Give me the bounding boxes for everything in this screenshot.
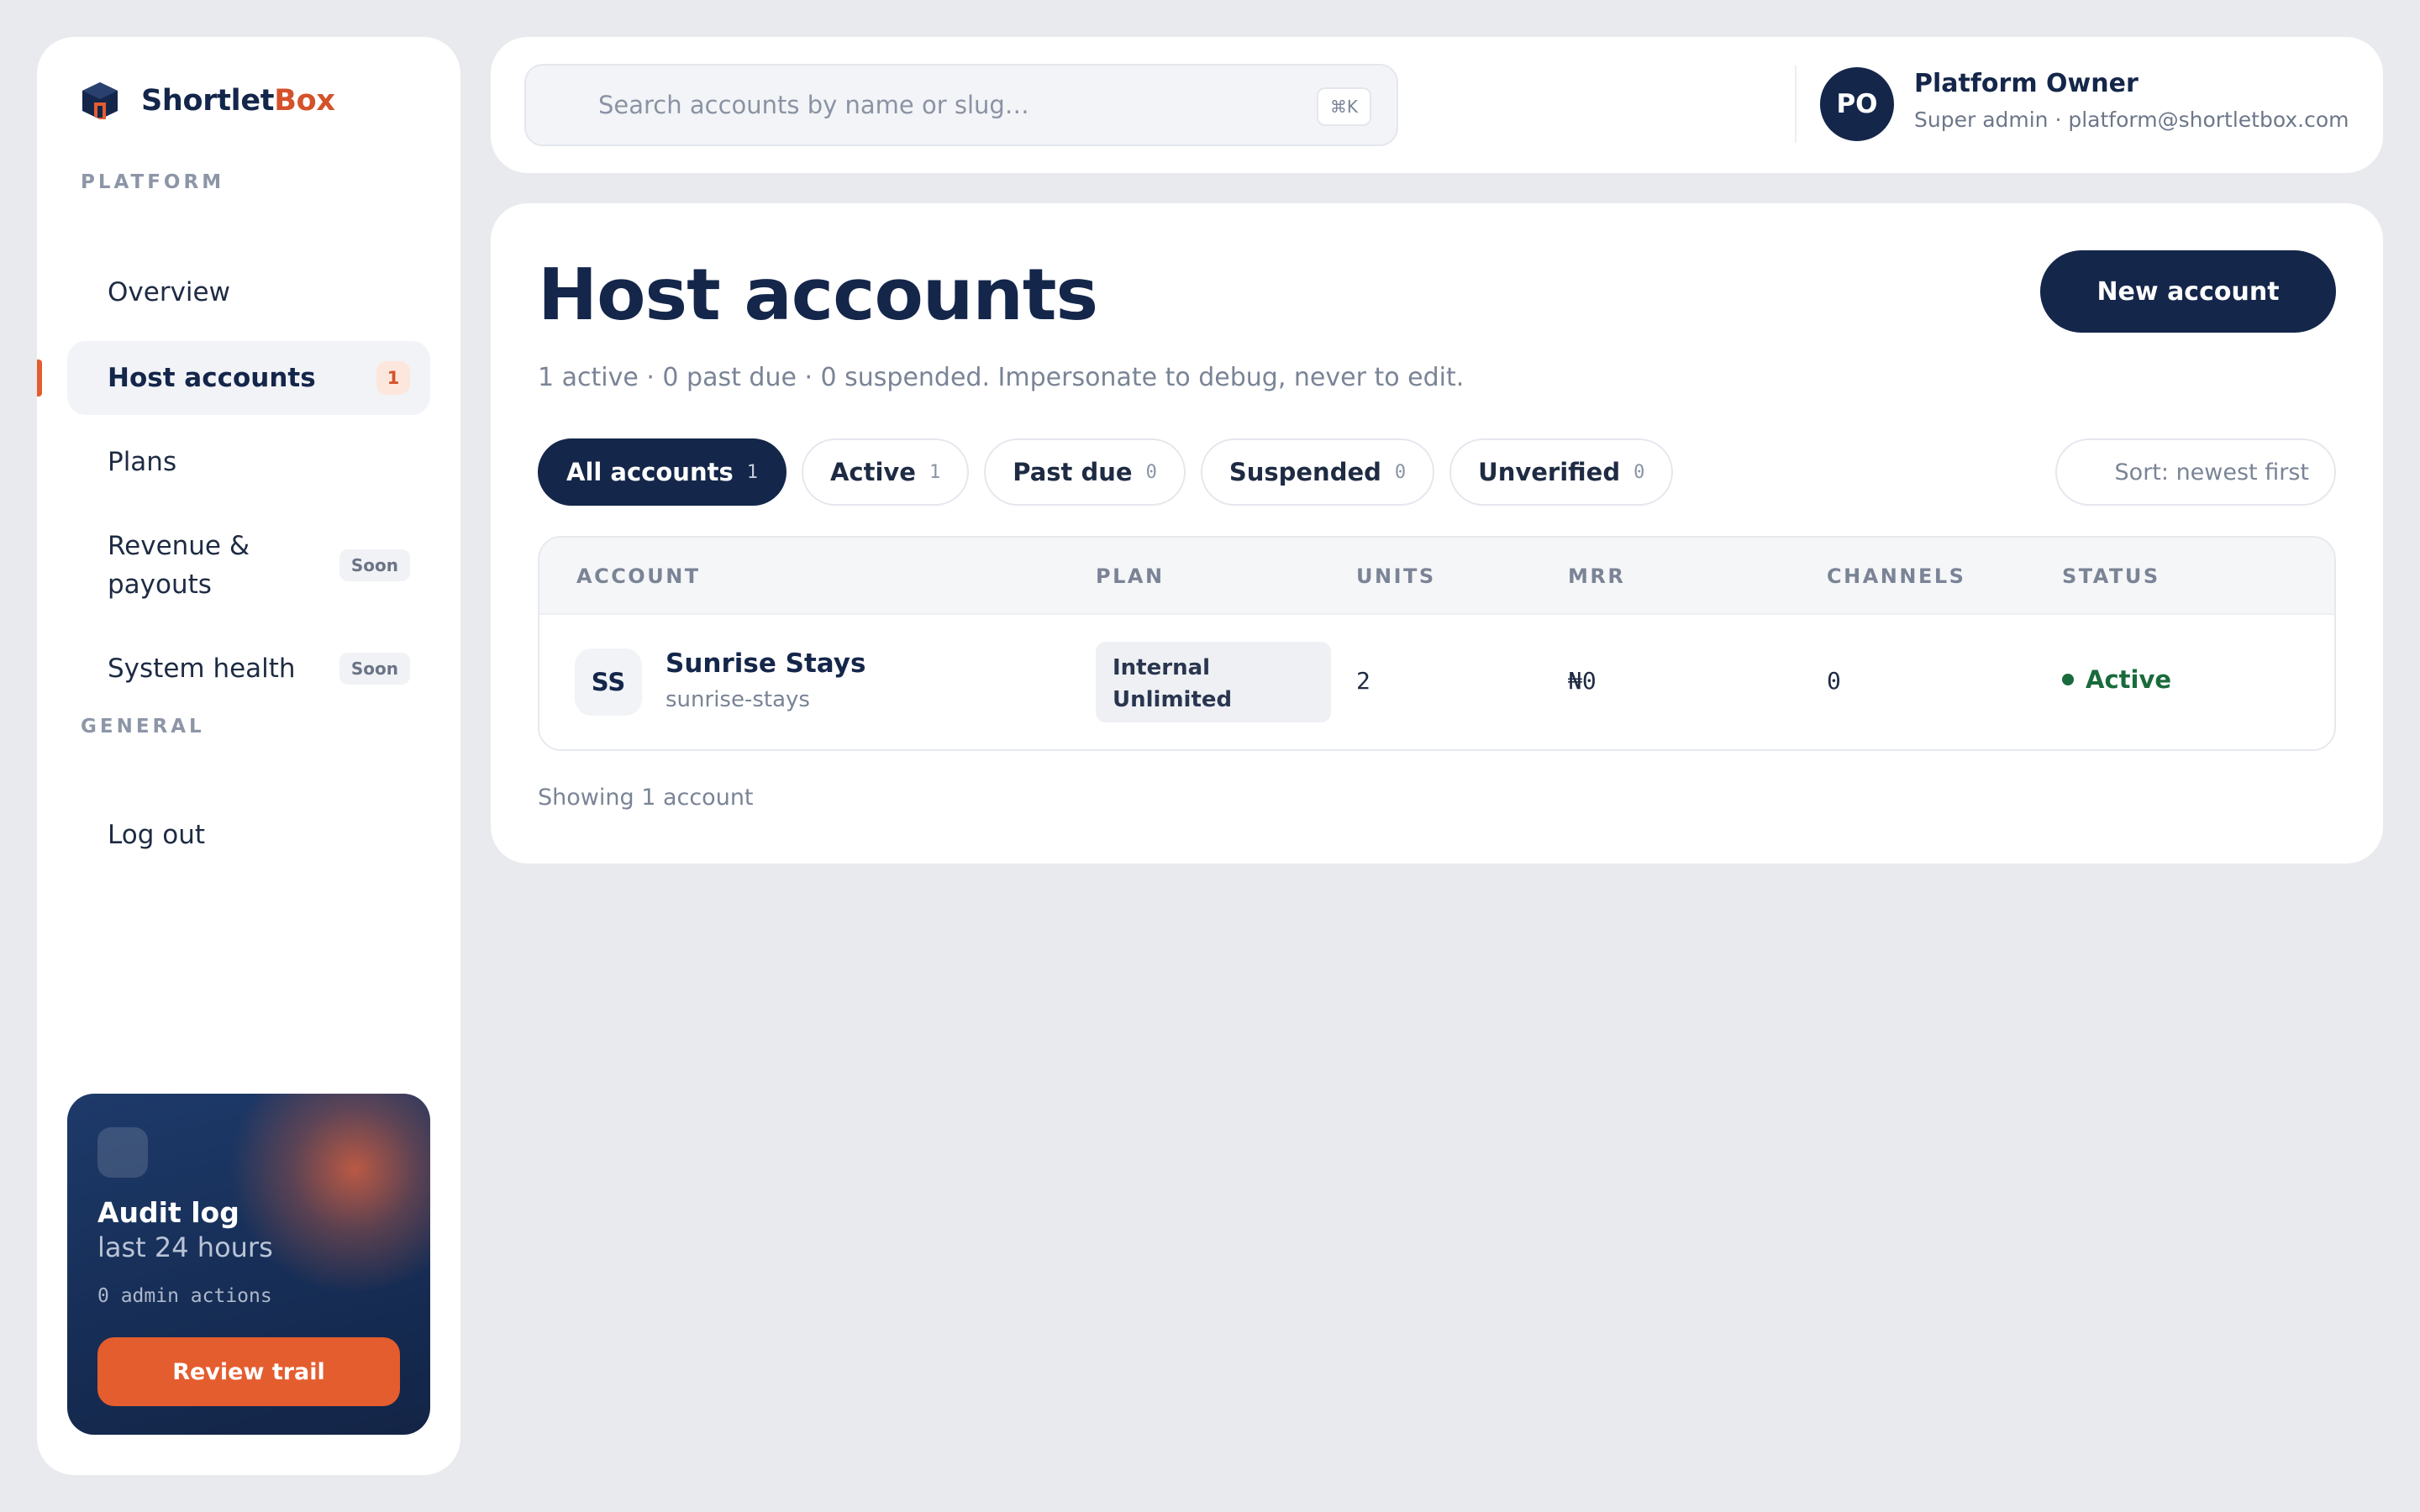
units-value: 2	[1356, 667, 1370, 695]
filter-tabs: All accounts 1 Active 1 Past due 0 Suspe…	[538, 438, 1688, 506]
audit-title: Audit log	[97, 1196, 239, 1229]
new-account-button[interactable]: New account	[2040, 250, 2336, 333]
host-accounts-count-badge: 1	[376, 361, 410, 395]
column-header-units: UNITS	[1356, 564, 1436, 588]
channels-value: 0	[1827, 667, 1841, 695]
account-avatar: SS	[575, 648, 642, 716]
soon-badge: Soon	[339, 549, 410, 581]
sidebar: ShortletBox PLATFORM Overview Host accou…	[37, 37, 460, 1475]
soon-badge: Soon	[339, 653, 410, 685]
sidebar-item-plans[interactable]: Plans	[67, 425, 430, 499]
sidebar-item-revenue-payouts[interactable]: Revenue & payouts Soon	[67, 516, 430, 615]
results-count: Showing 1 account	[538, 785, 754, 811]
account-slug: sunrise-stays	[666, 687, 810, 712]
search-box: ⌘K	[524, 64, 1398, 146]
divider	[1795, 66, 1797, 143]
sort-dropdown[interactable]: Sort: newest first	[2055, 438, 2336, 506]
avatar[interactable]: PO	[1820, 67, 1894, 141]
column-header-status: STATUS	[2062, 564, 2160, 588]
topbar: ⌘K PO Platform Owner Super admin · platf…	[491, 37, 2383, 173]
column-header-account: ACCOUNT	[576, 564, 701, 588]
column-header-plan: PLAN	[1096, 564, 1165, 588]
table-row[interactable]: SS Sunrise Stays sunrise-stays Internal …	[539, 615, 2334, 749]
audit-icon	[97, 1127, 148, 1178]
tab-active[interactable]: Active 1	[801, 438, 970, 506]
audit-log-card: Audit log last 24 hours 0 admin actions …	[67, 1094, 430, 1435]
table-header: ACCOUNT PLAN UNITS MRR CHANNELS STATUS	[539, 538, 2334, 615]
status-badge: Active	[2062, 665, 2171, 694]
section-label-general: GENERAL	[81, 716, 205, 738]
page-subtitle: 1 active · 0 past due · 0 suspended. Imp…	[538, 363, 1465, 392]
column-header-channels: CHANNELS	[1827, 564, 1966, 588]
sidebar-item-host-accounts[interactable]: Host accounts 1	[67, 341, 430, 415]
sidebar-item-system-health[interactable]: System health Soon	[67, 632, 430, 706]
column-header-mrr: MRR	[1568, 564, 1626, 588]
box-logo-icon	[82, 82, 118, 119]
section-label-platform: PLATFORM	[81, 171, 225, 193]
shortcut-hint: ⌘K	[1316, 87, 1371, 126]
active-indicator	[37, 360, 42, 396]
audit-glow	[229, 1094, 430, 1295]
page-title: Host accounts	[538, 254, 1098, 337]
user-name: Platform Owner	[1914, 69, 2139, 98]
sidebar-item-log-out[interactable]: Log out	[67, 798, 430, 872]
search-input[interactable]	[526, 66, 1397, 144]
main-panel: Host accounts 1 active · 0 past due · 0 …	[491, 203, 2383, 864]
plan-chip: Internal Unlimited	[1096, 642, 1331, 722]
brand-name: ShortletBox	[141, 84, 335, 118]
status-dot-icon	[2062, 674, 2074, 685]
tab-unverified[interactable]: Unverified 0	[1449, 438, 1674, 506]
mrr-value: ₦0	[1568, 667, 1597, 695]
accounts-table: ACCOUNT PLAN UNITS MRR CHANNELS STATUS S…	[538, 536, 2336, 751]
brand[interactable]: ShortletBox	[81, 81, 335, 121]
review-trail-button[interactable]: Review trail	[97, 1337, 400, 1406]
audit-subtitle: last 24 hours	[97, 1231, 273, 1263]
tab-past-due[interactable]: Past due 0	[984, 438, 1186, 506]
sidebar-item-overview[interactable]: Overview	[67, 255, 430, 329]
account-name[interactable]: Sunrise Stays	[666, 648, 865, 679]
user-role-email: Super admin · platform@shortletbox.com	[1914, 108, 2349, 132]
tab-suspended[interactable]: Suspended 0	[1200, 438, 1435, 506]
tab-all-accounts[interactable]: All accounts 1	[538, 438, 786, 506]
audit-meta: 0 admin actions	[97, 1285, 272, 1307]
